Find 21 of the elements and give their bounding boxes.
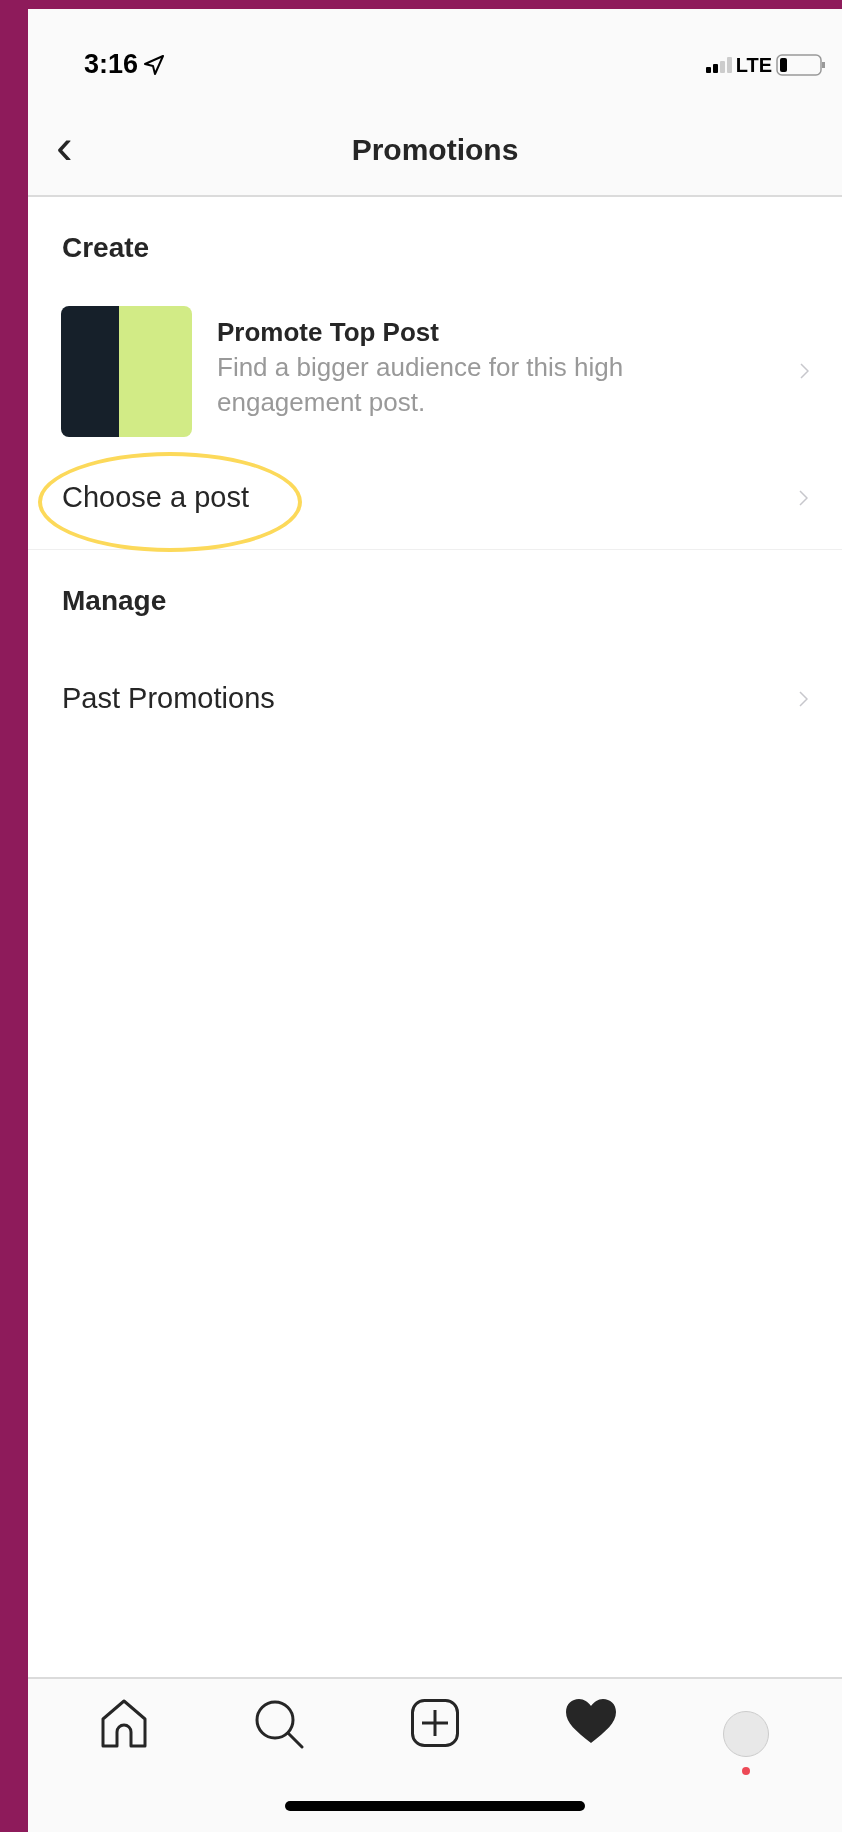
row-link[interactable]: Choose a post [62,476,249,520]
signal-icon [705,56,732,73]
row-subtitle: Find a bigger audience for this high engagement post. [217,351,625,419]
home-icon[interactable] [99,1699,148,1749]
add-post-icon[interactable] [411,1699,459,1747]
back-button[interactable]: ‹ [56,120,73,179]
section-heading: Create [62,231,150,265]
status-time: 3:16 [84,48,139,82]
battery-icon [776,53,826,76]
page-title: Promotions [351,132,519,168]
row-title: Promote Top Post [217,316,440,349]
chevron-right-icon [800,363,809,379]
network-label: LTE [735,52,772,78]
chevron-right-icon [799,490,808,506]
location-arrow-icon [144,54,165,75]
chevron-right-icon [799,691,808,707]
search-icon[interactable] [254,1699,305,1749]
section-heading: Manage [62,584,167,618]
promote-post-row[interactable]: Promote Top Post Find a bigger audience for this high engagement post. [28,295,842,447]
heart-icon[interactable] [565,1699,616,1743]
row-link[interactable]: Past Promotions [62,677,275,721]
